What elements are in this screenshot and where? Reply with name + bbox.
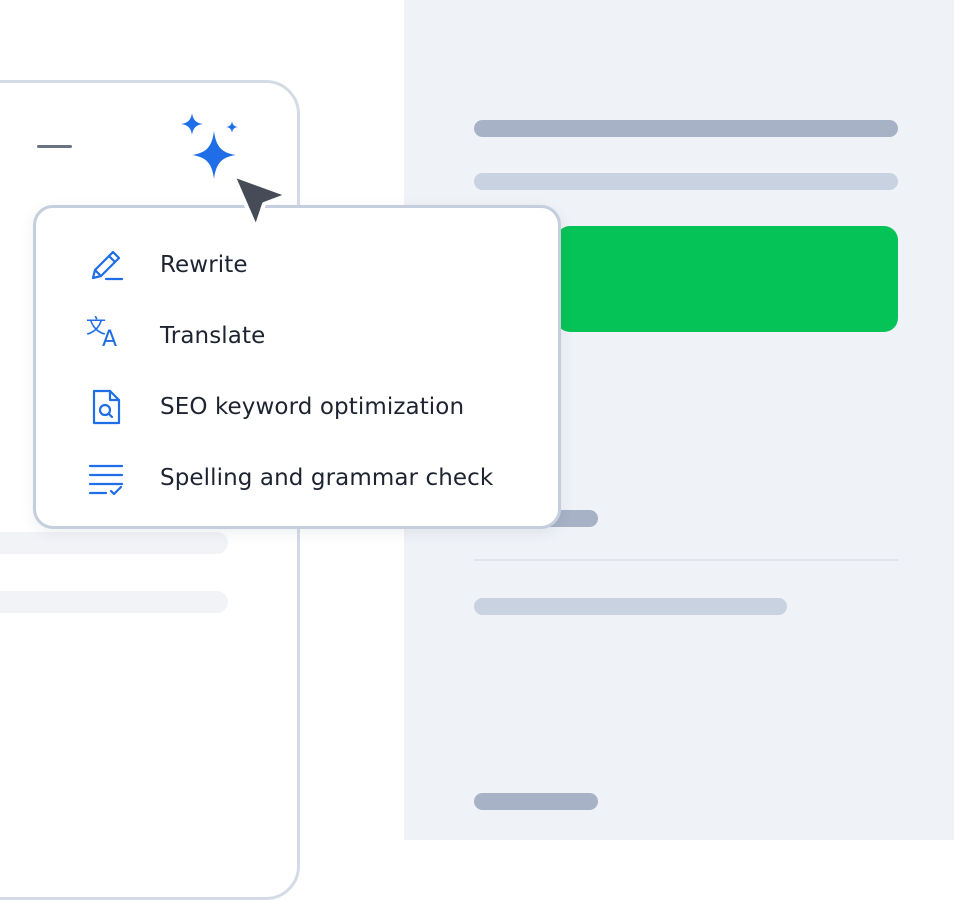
menu-item-label: Translate	[160, 322, 266, 349]
ai-actions-menu: Rewrite 文 A Translate SEO keyword optimi…	[33, 205, 561, 529]
document-search-icon	[86, 387, 126, 427]
divider	[474, 559, 898, 561]
menu-item-label: Spelling and grammar check	[160, 464, 494, 491]
placeholder-line	[474, 793, 598, 810]
menu-item-rewrite[interactable]: Rewrite	[36, 229, 558, 300]
mouse-pointer-icon	[228, 170, 294, 232]
pencil-icon	[86, 245, 126, 285]
green-content-block	[556, 226, 898, 332]
placeholder-line	[474, 120, 898, 137]
editor-text-line	[0, 591, 228, 613]
menu-item-seo[interactable]: SEO keyword optimization	[36, 371, 558, 442]
placeholder-line	[474, 598, 787, 615]
text-check-icon	[86, 458, 126, 498]
menu-item-translate[interactable]: 文 A Translate	[36, 300, 558, 371]
placeholder-line	[474, 173, 898, 190]
editor-text-line	[0, 532, 228, 554]
translate-icon: 文 A	[86, 313, 118, 352]
menu-item-label: Rewrite	[160, 251, 248, 278]
menu-item-spelling-grammar[interactable]: Spelling and grammar check	[36, 442, 558, 513]
menu-item-label: SEO keyword optimization	[160, 393, 465, 420]
minimize-icon[interactable]	[37, 145, 72, 148]
